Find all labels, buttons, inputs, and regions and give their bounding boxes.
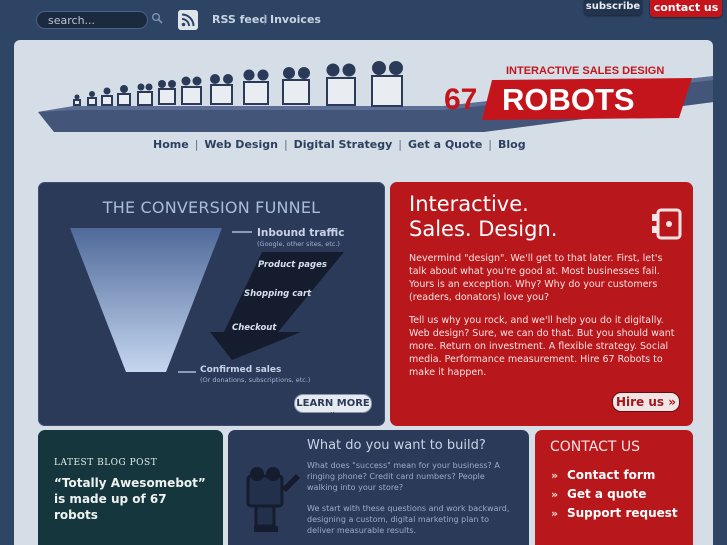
funnel-confirmed-sub: (Or donations, subscriptions, etc.)	[200, 376, 310, 384]
support-request-link[interactable]: » Support request	[551, 504, 678, 523]
blog-post-link[interactable]: “Totally Awesomebot” is made up of 67 ro…	[54, 475, 214, 523]
build-title: What do you want to build?	[307, 438, 486, 453]
logo-name: ROBOTS	[502, 82, 635, 117]
interactive-sales-panel: Interactive. Sales. Design. Nevermind "d…	[390, 182, 693, 426]
nav-get-a-quote[interactable]: Get a Quote	[408, 138, 482, 151]
interactive-paragraph-1: Nevermind "design". We'll get to that la…	[409, 253, 663, 303]
contact-list: » Contact form » Get a quote » Support requ…	[551, 466, 678, 523]
nav-blog[interactable]: Blog	[498, 138, 526, 151]
interactive-paragraph-2: Tell us why you rock, and we'll help you…	[409, 315, 675, 378]
build-paragraph-2: We start with these questions and work b…	[307, 504, 510, 535]
funnel-diagram: Inbound traffic (Google, other sites, et…	[70, 227, 344, 384]
funnel-step-product: Product pages	[258, 260, 327, 270]
invoices-link[interactable]: Invoices	[270, 13, 321, 26]
contact-panel: CONTACT US » Contact form » Get a quote » S…	[535, 430, 693, 545]
subscribe-button[interactable]: subscribe	[584, 0, 642, 15]
funnel-shape	[70, 228, 222, 372]
contact-us-button[interactable]: contact us	[650, 0, 722, 17]
top-separator: |	[263, 12, 267, 25]
what-to-build-panel: What do you want to build? What does "su…	[228, 430, 529, 545]
funnel-step-cart: Shopping cart	[244, 289, 312, 299]
robot-icon	[246, 467, 300, 532]
header-banner: INTERACTIVE SALES DESIGN 67 ROBOTS	[38, 61, 713, 132]
conversion-funnel-panel: THE CONVERSION FUNNEL Inbound traffic (G…	[38, 182, 385, 426]
rss-feed-link[interactable]: RSS feed	[212, 13, 267, 26]
funnel-confirmed: Confirmed sales	[200, 365, 281, 375]
search-input[interactable]: search...	[36, 11, 148, 29]
get-a-quote-link[interactable]: » Get a quote	[551, 485, 678, 504]
hire-us-button[interactable]: Hire us »	[612, 392, 680, 412]
latest-blog-panel: LATEST BLOG POST “Totally Awesomebot” is…	[38, 430, 223, 545]
robot-side-icon	[652, 208, 682, 240]
main-nav: Home | Web Design | Digital Strategy | Get a Q…	[153, 138, 526, 151]
nav-web-design[interactable]: Web Design	[204, 138, 278, 151]
blog-heading: LATEST BLOG POST	[54, 458, 158, 468]
nav-digital-strategy[interactable]: Digital Strategy	[294, 138, 393, 151]
search-icon[interactable]	[151, 12, 163, 24]
funnel-inbound: Inbound traffic	[257, 227, 344, 239]
logo-tagline: INTERACTIVE SALES DESIGN	[506, 65, 664, 77]
contact-form-link[interactable]: » Contact form	[551, 466, 678, 485]
learn-more-button[interactable]: LEARN MORE »	[294, 394, 372, 420]
contact-title: CONTACT US	[550, 439, 640, 455]
rss-icon[interactable]	[178, 10, 198, 30]
interactive-title: Interactive. Sales. Design.	[409, 192, 558, 241]
funnel-step-checkout: Checkout	[232, 323, 277, 333]
nav-home[interactable]: Home	[153, 138, 189, 151]
logo-number: 67	[444, 83, 477, 116]
build-paragraph-1: What does "success" mean for your busine…	[307, 461, 500, 492]
page-panel: INTERACTIVE SALES DESIGN 67 ROBOTS Home |…	[14, 40, 713, 545]
funnel-inbound-sub: (Google, other sites, etc.)	[257, 240, 340, 248]
